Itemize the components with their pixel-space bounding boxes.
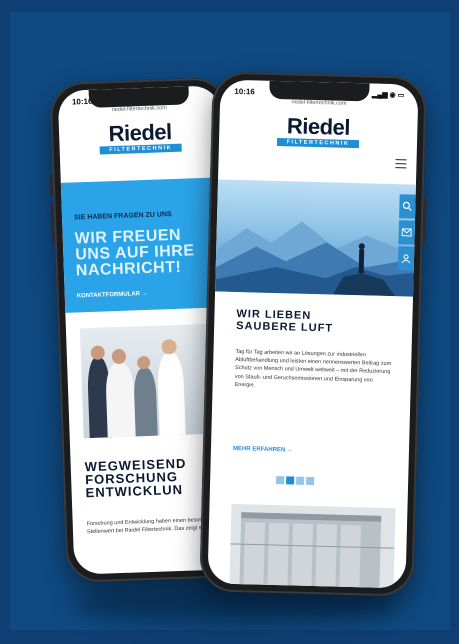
search-icon[interactable] [399, 194, 416, 219]
heading-line: ENTWICKLUN [85, 481, 184, 501]
notch [88, 86, 190, 108]
riedel-logo[interactable]: Riedel FILTERTECHNIK [276, 113, 360, 149]
side-tabs [397, 194, 416, 272]
phone-back-volume-down [50, 203, 55, 244]
heading-line: SAUBERE LUFT [236, 319, 334, 335]
slider-dot-active[interactable] [286, 476, 295, 485]
contact-icon[interactable] [397, 246, 415, 271]
person-head [136, 355, 151, 370]
contact-hero: SIE HABEN FRAGEN ZU UNS WIR FREUEN UNS A… [60, 177, 228, 313]
hero-headline: WIR FREUEN UNS AUF IHRE NACHRICHT! [62, 216, 226, 280]
slider-dot[interactable] [276, 476, 285, 485]
phone-back-volume-up [49, 173, 54, 196]
person-head [90, 345, 106, 360]
person-figure [156, 352, 186, 436]
riedel-logo[interactable]: Riedel FILTERTECHNIK [99, 119, 182, 155]
signal-wifi-battery-icon: ▂▄▆ ◉ ▭ [371, 91, 405, 100]
clean-air-heading: WIR LIEBEN SAUBERE LUFT [236, 308, 334, 335]
facility-image [229, 503, 396, 589]
clean-air-paragraph: Tag für Tag arbeiten wir an Lösungen zur… [234, 348, 392, 389]
phone-front: 10:16 ▂▄▆ ◉ ▭ riedel-filtertechnik.com R… [199, 71, 427, 597]
mountain-landscape [215, 221, 416, 297]
research-heading: WEGWEISEND FORSCHUNG ENTWICKLUN [84, 456, 188, 501]
mail-icon[interactable] [398, 220, 416, 245]
learn-more-link[interactable]: MEHR ERFAHREN → [233, 446, 293, 454]
notch [269, 80, 370, 102]
status-time: 10:16 [234, 86, 255, 96]
slider-dot[interactable] [296, 476, 305, 485]
logo-word: Riedel [286, 113, 351, 140]
phone-front-screen: 10:16 ▂▄▆ ◉ ▭ riedel-filtertechnik.com R… [207, 79, 419, 589]
hero-kicker: SIE HABEN FRAGEN ZU UNS [73, 211, 172, 222]
person-head [111, 348, 127, 365]
logo-word: Riedel [108, 119, 173, 147]
mountain-hero-image [215, 179, 416, 297]
hamburger-menu-icon[interactable] [395, 156, 407, 171]
person-figure [133, 367, 158, 437]
filter-plant-illustration [229, 503, 396, 589]
person-head [161, 338, 177, 355]
person-figure [105, 362, 136, 438]
slider-dot[interactable] [306, 476, 315, 486]
slider-dots [276, 476, 315, 486]
